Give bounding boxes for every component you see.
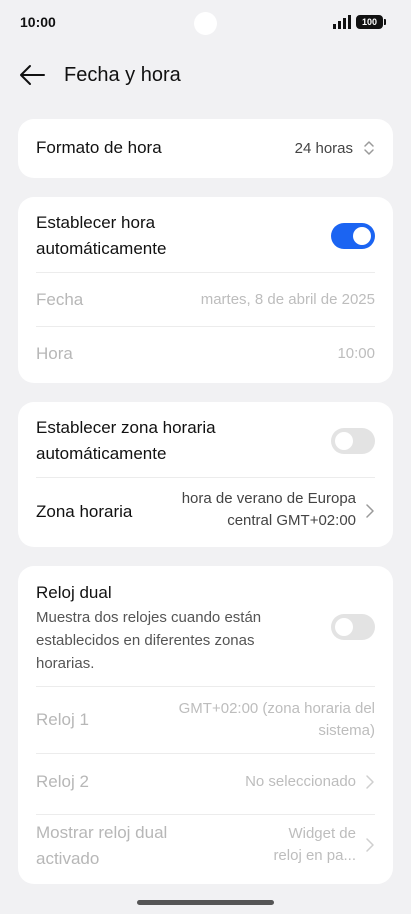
back-arrow-icon[interactable] [18, 63, 46, 87]
chevron-right-icon [366, 775, 374, 789]
date-label: Fecha [36, 290, 84, 309]
updown-chevron-icon [364, 141, 374, 155]
auto-timezone-label-line2: automáticamente [36, 444, 167, 463]
clock1-value-line2: sistema) [318, 722, 375, 739]
battery-level: 100 [361, 17, 378, 27]
toggle-knob [335, 432, 353, 450]
chevron-right-icon [366, 838, 374, 852]
divider [36, 477, 375, 478]
battery-icon: 100 [356, 15, 386, 29]
dual-clock-desc-line2: establecidos en diferentes zonas [36, 632, 255, 649]
clock2-value: No seleccionado [245, 773, 356, 790]
auto-time-label-line2: automáticamente [36, 239, 167, 258]
dual-clock-toggle[interactable] [331, 614, 375, 640]
clock1-label: Reloj 1 [36, 710, 89, 729]
header: Fecha y hora [0, 50, 411, 100]
date-value: martes, 8 de abril de 2025 [200, 291, 375, 308]
dual-clock-desc-line3: horarias. [36, 655, 95, 672]
status-time: 10:00 [20, 14, 56, 30]
timezone-label: Zona horaria [36, 502, 133, 521]
divider [36, 753, 375, 754]
signal-icon [333, 15, 351, 29]
time-format-card[interactable]: Formato de hora 24 horas [18, 119, 393, 178]
dual-clock-desc-line1: Muestra dos relojes cuando están [36, 609, 262, 626]
show-dual-value: Widget de reloj en pa... [273, 823, 356, 867]
timezone-value-line2: central GMT+02:00 [227, 512, 356, 529]
timezone-value-line1: hora de verano de Europa [181, 490, 356, 507]
auto-timezone-label-line1: Establecer zona horaria [36, 418, 216, 437]
divider [36, 326, 375, 327]
timezone-value: hora de verano de Europa central GMT+02:… [182, 488, 356, 532]
home-indicator[interactable] [137, 900, 274, 905]
time-format-value: 24 horas [294, 140, 353, 157]
time-label: Hora [36, 344, 73, 363]
auto-timezone-row[interactable]: Establecer zona horaria automáticamente [36, 415, 375, 467]
auto-time-label-line1: Establecer hora [36, 213, 156, 232]
auto-timezone-card: Establecer zona horaria automáticamente … [18, 402, 393, 547]
camera-cutout [194, 12, 217, 35]
dual-clock-card: Reloj dual Muestra dos relojes cuando es… [18, 566, 393, 884]
auto-time-row[interactable]: Establecer hora automáticamente [36, 210, 375, 262]
clock2-label: Reloj 2 [36, 772, 89, 791]
auto-time-toggle[interactable] [331, 223, 375, 249]
time-format-label: Formato de hora [36, 138, 162, 157]
show-dual-value-line1: Widget de [288, 825, 356, 842]
divider [36, 686, 375, 687]
dual-clock-row[interactable]: Reloj dual Muestra dos relojes cuando es… [36, 580, 375, 675]
show-dual-value-line2: reloj en pa... [273, 847, 356, 864]
status-bar: 10:00 100 [0, 0, 411, 46]
toggle-knob [335, 618, 353, 636]
chevron-right-icon [366, 504, 374, 518]
toggle-knob [353, 227, 371, 245]
page-title: Fecha y hora [64, 64, 181, 86]
time-value: 10:00 [337, 345, 375, 362]
clock1-value-line1: GMT+02:00 (zona horaria del [178, 700, 375, 717]
clock1-value: GMT+02:00 (zona horaria del sistema) [179, 698, 375, 742]
auto-time-card: Establecer hora automáticamente Fecha ma… [18, 197, 393, 383]
dual-clock-label: Reloj dual [36, 583, 112, 602]
auto-timezone-toggle[interactable] [331, 428, 375, 454]
time-row: Hora [36, 341, 375, 367]
divider [36, 814, 375, 815]
divider [36, 272, 375, 273]
